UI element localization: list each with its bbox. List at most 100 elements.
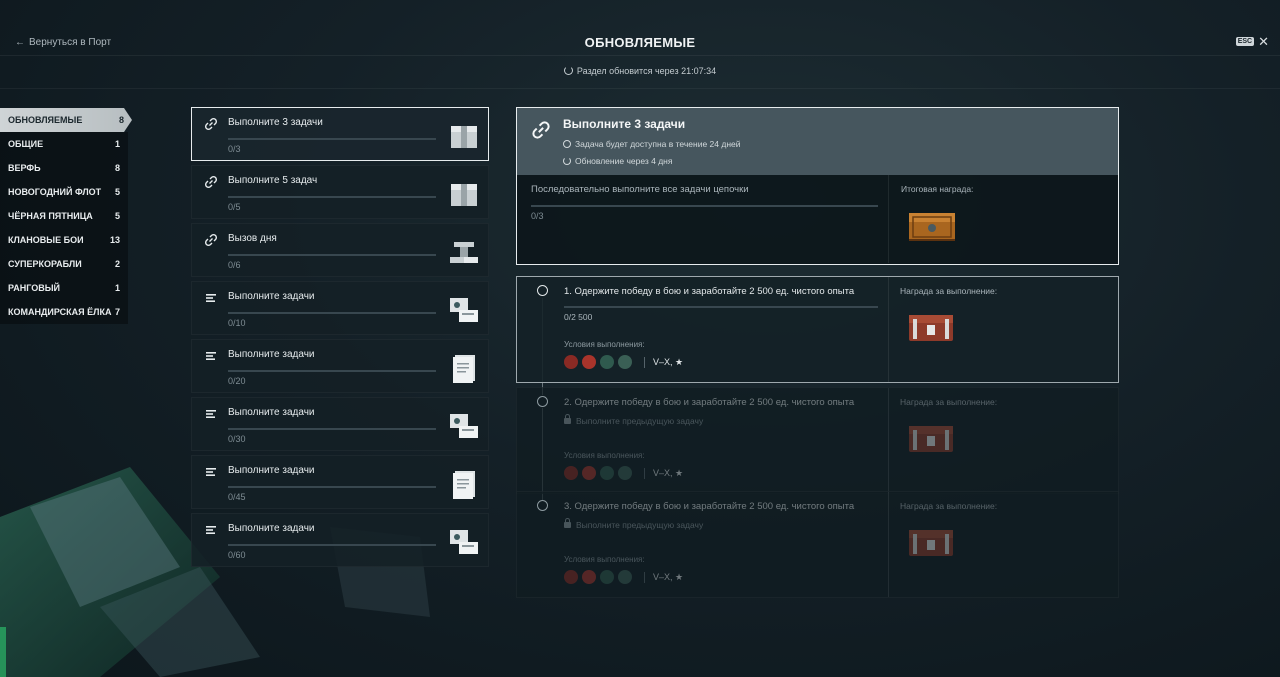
mission-title: Вызов дня (228, 233, 277, 244)
chain-step[interactable]: 3. Одержите победу в бою и заработайте 2… (516, 491, 1119, 598)
cards-reward-icon (450, 298, 478, 322)
mission-progress: 0/5 (228, 202, 241, 212)
step-reward-label: Награда за выполнение: (900, 501, 998, 511)
category-superships[interactable]: СУПЕРКОРАБЛИ 2 (0, 252, 128, 276)
mission-progress: 0/60 (228, 550, 246, 560)
update-text: Обновление через 4 дня (563, 156, 672, 166)
mission-detail-panel: Выполните 3 задачи Задача будет доступна… (516, 107, 1119, 265)
container-reward-icon[interactable] (907, 422, 955, 454)
mission-item[interactable]: Вызов дня 0/6 (191, 223, 489, 277)
category-new-year-fleet[interactable]: НОВОГОДНИЙ ФЛОТ 5 (0, 180, 128, 204)
list-icon (206, 526, 216, 534)
destroyer-class-icon (564, 570, 578, 584)
chain-label: Последовательно выполните все задачи цеп… (531, 184, 749, 195)
mission-item[interactable]: Выполните 3 задачи 0/3 (191, 107, 489, 161)
conditions-label: Условия выполнения: (564, 555, 645, 564)
progress-bar (531, 205, 878, 207)
mission-item[interactable]: Выполните задачи 0/20 (191, 339, 489, 393)
refresh-icon (563, 157, 571, 165)
cruiser-class-icon (582, 466, 596, 480)
mission-title: Выполните задачи (228, 349, 315, 360)
tier-range: V–X, ★ (644, 356, 683, 368)
progress-bar (228, 254, 436, 256)
mission-progress: 0/45 (228, 492, 246, 502)
category-clan-battles[interactable]: КЛАНОВЫЕ БОИ 13 (0, 228, 128, 252)
carrier-class-icon (618, 570, 632, 584)
mission-title: Выполните задачи (228, 465, 315, 476)
step-progress: 0/2 500 (564, 312, 593, 322)
divider (888, 388, 889, 493)
destroyer-class-icon (564, 466, 578, 480)
carrier-class-icon (618, 355, 632, 369)
close-icon: ✕ (1258, 34, 1269, 49)
cruiser-class-icon (582, 570, 596, 584)
mission-item[interactable]: Выполните задачи 0/60 (191, 513, 489, 567)
conditions-icons: V–X, ★ (564, 355, 683, 369)
step-reward-label: Награда за выполнение: (900, 286, 998, 296)
mission-item[interactable]: Выполните задачи 0/45 (191, 455, 489, 509)
progress-bar (228, 370, 436, 372)
final-reward-label: Итоговая награда: (901, 184, 974, 194)
esc-key-badge: ESC (1235, 37, 1255, 46)
list-icon (206, 294, 216, 302)
category-shipyard[interactable]: ВЕРФЬ 8 (0, 156, 128, 180)
refresh-timer: Раздел обновится через 21:07:34 (0, 66, 1280, 76)
chain-progress-section: Последовательно выполните все задачи цеп… (517, 175, 888, 263)
mission-title: Выполните 5 задач (228, 175, 318, 186)
step-locked-note: Выполните предыдущую задачу (564, 518, 703, 530)
final-reward-section: Итоговая награда: (888, 175, 1117, 263)
divider (0, 88, 1280, 89)
mission-item[interactable]: Выполните 5 задач 0/5 (191, 165, 489, 219)
mission-item[interactable]: Выполните задачи 0/30 (191, 397, 489, 451)
cards-reward-icon (450, 530, 478, 554)
divider (888, 492, 889, 597)
crate-reward-icon (451, 184, 477, 206)
mission-title: Выполните задачи (228, 291, 315, 302)
mission-progress: 0/6 (228, 260, 241, 270)
step-title: 3. Одержите победу в бою и заработайте 2… (564, 501, 855, 512)
battleship-class-icon (600, 466, 614, 480)
chain-progress: 0/3 (531, 211, 544, 221)
category-black-friday[interactable]: ЧЁРНАЯ ПЯТНИЦА 5 (0, 204, 128, 228)
lock-icon (564, 414, 571, 424)
container-reward-icon[interactable] (905, 205, 959, 245)
step-status-circle (537, 500, 548, 511)
close-button[interactable]: ESC ✕ (1235, 34, 1269, 49)
destroyer-class-icon (564, 355, 578, 369)
step-title: 2. Одержите победу в бою и заработайте 2… (564, 397, 855, 408)
chain-step[interactable]: 1. Одержите победу в бою и заработайте 2… (516, 276, 1119, 383)
mission-title: Выполните 3 задачи (228, 117, 323, 128)
chain-step[interactable]: 2. Одержите победу в бою и заработайте 2… (516, 387, 1119, 494)
tier-range: V–X, ★ (644, 467, 683, 479)
mission-title: Выполните задачи (228, 523, 315, 534)
mission-item[interactable]: Выполните задачи 0/10 (191, 281, 489, 335)
mission-list: Выполните 3 задачи 0/3 Выполните 5 задач… (191, 107, 489, 571)
availability-text: Задача будет доступна в течение 24 дней (563, 139, 741, 149)
progress-bar (228, 428, 436, 430)
mission-progress: 0/3 (228, 144, 241, 154)
chain-icon (532, 121, 550, 139)
category-updatable[interactable]: ОБНОВЛЯЕМЫЕ 8 (0, 108, 132, 132)
cruiser-class-icon (582, 355, 596, 369)
container-reward-icon[interactable] (907, 526, 955, 558)
page-title: ОБНОВЛЯЕМЫЕ (584, 35, 696, 50)
carrier-class-icon (618, 466, 632, 480)
container-reward-icon[interactable] (907, 311, 955, 343)
category-commander-tree[interactable]: КОМАНДИРСКАЯ ЁЛКА 7 (0, 300, 128, 324)
progress-bar (228, 486, 436, 488)
progress-bar (228, 544, 436, 546)
step-title: 1. Одержите победу в бою и заработайте 2… (564, 286, 855, 297)
document-reward-icon (453, 471, 475, 499)
top-bar: ← Вернуться в Порт ОБНОВЛЯЕМЫЕ ESC ✕ (0, 0, 1280, 56)
step-reward-label: Награда за выполнение: (900, 397, 998, 407)
step-locked-note: Выполните предыдущую задачу (564, 414, 703, 426)
category-ranked[interactable]: РАНГОВЫЙ 1 (0, 276, 128, 300)
refresh-icon (563, 66, 573, 75)
tier-range: V–X, ★ (644, 571, 683, 583)
cards-reward-icon (450, 414, 478, 438)
document-reward-icon (453, 355, 475, 383)
mission-progress: 0/30 (228, 434, 246, 444)
step-status-circle (537, 396, 548, 407)
category-general[interactable]: ОБЩИЕ 1 (0, 132, 128, 156)
conditions-label: Условия выполнения: (564, 340, 645, 349)
